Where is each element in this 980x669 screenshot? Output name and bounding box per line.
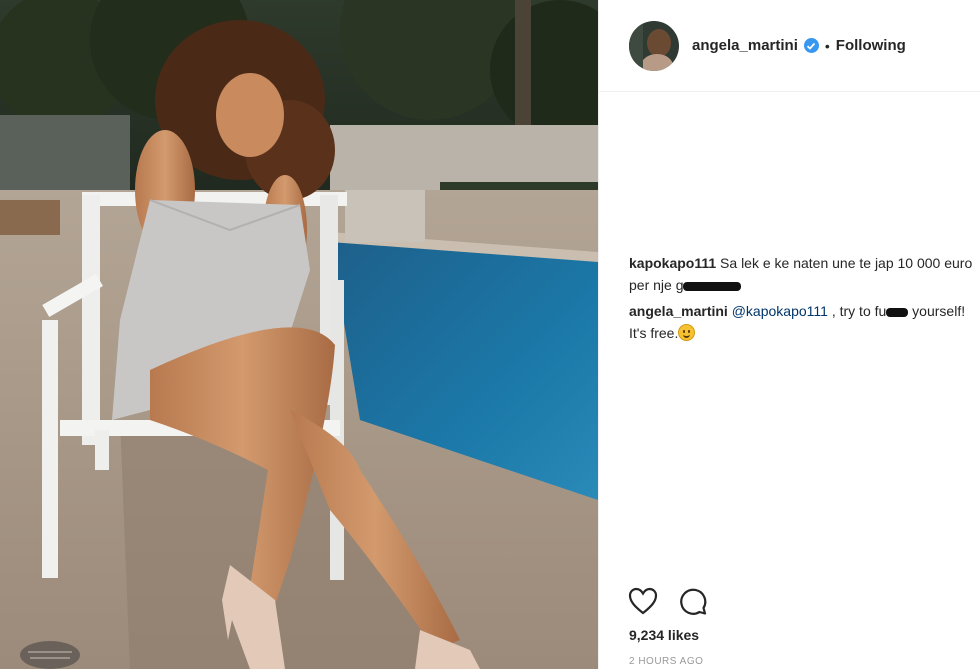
redaction-bar [683,281,742,291]
avatar-icon[interactable] [629,20,679,71]
heart-icon [628,587,658,615]
like-button[interactable] [627,585,659,617]
comment-item: angela_martini @kapokapo111 , try to fu … [629,300,974,344]
following-button[interactable]: Following [836,37,906,54]
redaction-bar [886,307,909,317]
post-actions [627,585,709,617]
instagram-post: angela_martini • Following kapokapo111 S… [0,0,980,669]
post-header: angela_martini • Following [599,0,980,92]
comments-list: kapokapo111 Sa lek e ke naten une te jap… [629,252,974,348]
post-side-panel: angela_martini • Following kapokapo111 S… [598,0,980,669]
likes-count[interactable]: 9,234 likes [629,627,699,643]
comment-mention-link[interactable]: @kapokapo111 [732,303,828,319]
separator-dot: • [824,37,830,54]
comment-icon [680,588,707,615]
post-photo-scene [0,0,598,669]
comment-item: kapokapo111 Sa lek e ke naten une te jap… [629,252,974,296]
comment-username[interactable]: kapokapo111 [629,255,716,271]
verified-badge-icon [803,38,819,53]
comment-button[interactable] [677,585,709,617]
comment-username[interactable]: angela_martini [629,303,728,319]
post-author-username[interactable]: angela_martini [692,37,798,54]
comment-text: , try to fu [827,303,887,319]
smiling-face-emoji-icon [678,324,696,341]
post-timestamp: 2 HOURS AGO [629,656,704,667]
post-photo[interactable] [0,0,598,669]
